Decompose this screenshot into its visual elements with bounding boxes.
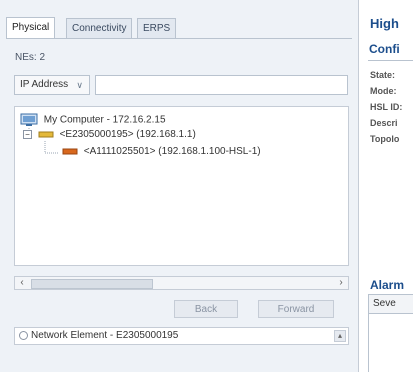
field-description-label: Descri: [370, 118, 398, 128]
radio-icon[interactable]: [19, 331, 28, 340]
selected-ne-row[interactable]: Network Element - E2305000195 ▴: [14, 327, 349, 345]
severity-column-header[interactable]: Seve: [368, 294, 413, 314]
scrollbar-thumb[interactable]: [31, 279, 153, 289]
tree-horizontal-scrollbar[interactable]: ‹ ›: [14, 276, 349, 290]
field-topology-label: Topolo: [370, 134, 400, 144]
tab-physical[interactable]: Physical: [6, 17, 56, 38]
collapse-icon[interactable]: −: [23, 129, 32, 139]
field-state-label: State:: [370, 70, 396, 80]
field-mode-label: Mode:: [370, 86, 397, 96]
alarm-table: [368, 314, 413, 372]
tree-node-ne-a1111025501[interactable]: <A1111025501> (192.168.1.100-HSL-1): [62, 146, 261, 157]
scroll-right-icon[interactable]: ›: [335, 277, 347, 289]
topology-panel: Physical Connectivity ERPS NEs: 2 IP Add…: [0, 0, 359, 372]
ne-tree: My Computer - 172.16.2.15 − <E2305000195…: [14, 106, 349, 266]
view-tabs: Physical Connectivity ERPS: [6, 16, 352, 39]
field-hsl-id-label: HSL ID:: [370, 102, 403, 112]
tree-node-ne-label: <E2305000195> (192.168.1.1): [59, 129, 196, 140]
tree-node-ne-e2305000195[interactable]: − <E2305000195> (192.168.1.1): [23, 129, 196, 140]
chevron-down-icon: ∨: [76, 80, 83, 90]
filter-field-value: IP Address: [20, 79, 69, 90]
tab-connectivity[interactable]: Connectivity: [66, 18, 133, 38]
back-button[interactable]: Back: [174, 300, 238, 318]
config-section-title: Confi: [369, 42, 400, 56]
scroll-up-icon[interactable]: ▴: [334, 330, 346, 342]
alarm-section-title: Alarm: [370, 278, 405, 292]
tree-node-remote-label: <A1111025501> (192.168.1.100-HSL-1): [83, 146, 261, 157]
selected-ne-label: Network Element - E2305000195: [31, 330, 179, 341]
forward-button[interactable]: Forward: [258, 300, 334, 318]
scroll-left-icon[interactable]: ‹: [16, 277, 28, 289]
remote-element-icon: [62, 148, 78, 155]
ne-count-label: NEs: 2: [15, 52, 46, 63]
filter-field-select[interactable]: IP Address ∨: [14, 75, 90, 95]
section-divider: [368, 60, 413, 61]
network-element-icon: [38, 131, 54, 138]
details-panel: High Confi State: Mode: HSL ID: Descri T…: [360, 0, 413, 372]
tab-erps[interactable]: ERPS: [137, 18, 177, 38]
filter-input[interactable]: [95, 75, 348, 95]
details-title: High: [370, 16, 399, 31]
